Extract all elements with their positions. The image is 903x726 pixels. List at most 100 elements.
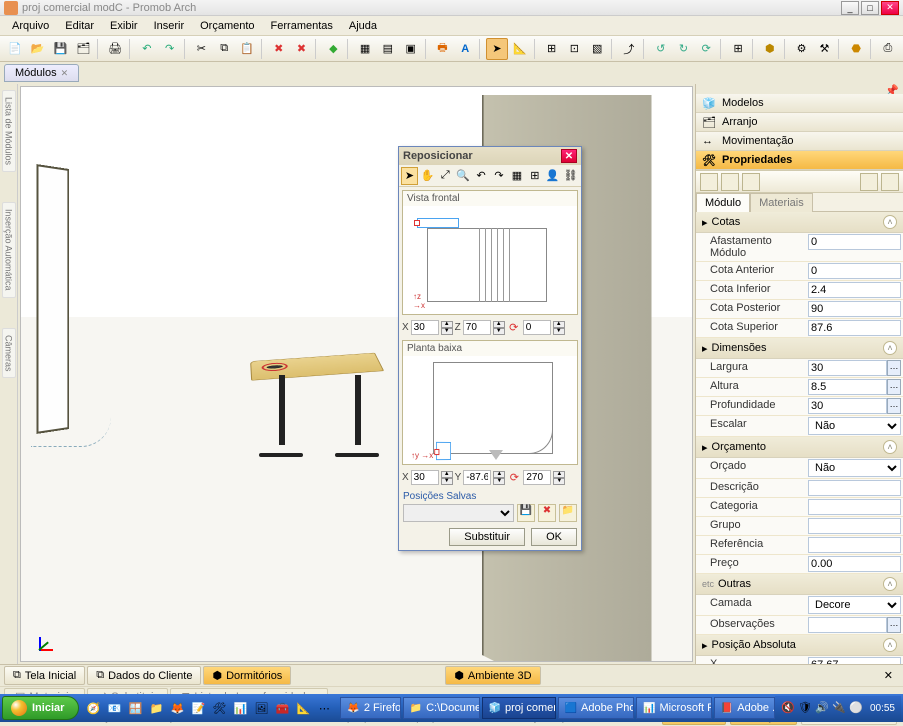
tab-dados-cliente[interactable]: ⧉Dados do Cliente [87,666,201,685]
viewport-3d[interactable] [20,86,693,662]
more-icon[interactable]: … [887,360,901,376]
spin-down-icon[interactable]: ▼ [441,478,453,485]
plan-x-input[interactable] [411,470,439,485]
ql-icon[interactable]: 🦊 [167,697,187,719]
delete-icon[interactable]: ✖ [268,38,290,60]
help-icon[interactable]: ⎙ [877,38,899,60]
pp-btn5-icon[interactable] [881,173,899,191]
ql-icon[interactable]: 🧭 [83,697,103,719]
grupo-input[interactable] [808,518,901,534]
save-icon[interactable]: 💾 [50,38,72,60]
close-button[interactable]: ✕ [881,1,899,15]
menu-ajuda[interactable]: Ajuda [341,18,385,34]
ql-icon[interactable]: ⋯ [314,697,334,719]
select-icon[interactable]: ◆ [322,38,344,60]
dialog-titlebar[interactable]: Reposicionar ✕ [399,147,581,165]
escalar-select[interactable]: Não [808,417,901,435]
cube-icon[interactable]: ⬣ [845,38,867,60]
tray-icon[interactable]: 🔌 [832,701,846,715]
menu-orcamento[interactable]: Orçamento [192,18,262,34]
tab-materiais[interactable]: Materiais [750,193,813,212]
render2-icon[interactable]: ▧ [586,38,608,60]
largura-input[interactable] [808,360,887,376]
collapse-icon[interactable]: ˄ [883,215,897,229]
ql-icon[interactable]: 📁 [146,697,166,719]
paste-icon[interactable]: 📋 [236,38,258,60]
cota-posterior-input[interactable] [808,301,901,317]
collapse-icon[interactable]: ˄ [883,341,897,355]
categoria-input[interactable] [808,499,901,515]
section-modelos[interactable]: 🧊 Modelos [696,94,903,113]
spin-up-icon[interactable]: ▲ [553,321,565,328]
minimize-button[interactable]: _ [841,1,859,15]
spin-down-icon[interactable]: ▼ [553,478,565,485]
undo-icon[interactable]: ↶ [136,38,158,60]
cota-superior-input[interactable] [808,320,901,336]
tray-icon[interactable]: 🔇 [781,701,795,715]
spin-down-icon[interactable]: ▼ [493,328,505,335]
group-dimensoes[interactable]: ▸ Dimensões ˄ [696,338,903,359]
task-powerpoint[interactable]: 📊 Microsoft P... [636,697,712,719]
spin-down-icon[interactable]: ▼ [441,328,453,335]
group-icon[interactable]: ▣ [400,38,422,60]
collapse-icon[interactable]: ˄ [883,577,897,591]
exit-icon[interactable]: ⤴ [618,38,640,60]
layers-icon[interactable]: ▤ [377,38,399,60]
print-icon[interactable]: 🖨 [104,38,126,60]
pp-btn2-icon[interactable] [721,173,739,191]
pp-btn3-icon[interactable] [742,173,760,191]
orcado-select[interactable]: Não [808,459,901,477]
modules-tab[interactable]: Módulos ✕ [4,64,79,82]
start-button[interactable]: Iniciar [2,696,79,720]
zoom-icon[interactable]: 🔍 [455,167,472,185]
ql-icon[interactable]: 🖼 [251,697,271,719]
saveas-icon[interactable]: 🗂 [72,38,94,60]
rotate3-icon[interactable]: ⟳ [695,38,717,60]
section-movimentacao[interactable]: ↔ Movimentação [696,132,903,151]
save-pos-icon[interactable]: 💾 [517,504,535,522]
spin-up-icon[interactable]: ▲ [493,321,505,328]
menu-exibir[interactable]: Exibir [102,18,146,34]
group-outras[interactable]: etc Outras ˄ [696,574,903,595]
task-firefox[interactable]: 🦊 2 Firefox [340,697,400,719]
grid-icon[interactable]: ▦ [508,167,525,185]
camera-icon[interactable]: ⊞ [541,38,563,60]
spin-down-icon[interactable]: ▼ [493,478,505,485]
folder-pos-icon[interactable]: 📁 [559,504,577,522]
box-icon[interactable]: ⬢ [759,38,781,60]
tab-ambiente-3d[interactable]: ⬢Ambiente 3D [445,666,540,685]
menu-editar[interactable]: Editar [57,18,102,34]
cota-inferior-input[interactable] [808,282,901,298]
tray-icon[interactable]: 🔊 [815,701,829,715]
group-cotas[interactable]: ▸ Cotas ˄ [696,212,903,233]
desk-object[interactable] [251,347,391,397]
hand-icon[interactable]: ✋ [419,167,436,185]
render-icon[interactable]: ⊡ [563,38,585,60]
delete-pos-icon[interactable]: ✖ [538,504,556,522]
new-icon[interactable]: 📄 [4,38,26,60]
referencia-input[interactable] [808,537,901,553]
substituir-button[interactable]: Substituir [449,528,525,546]
observacoes-input[interactable] [808,617,887,633]
menu-arquivo[interactable]: Arquivo [4,18,57,34]
open-icon[interactable]: 📂 [27,38,49,60]
preco-input[interactable] [808,556,901,572]
close-icon[interactable]: ✕ [61,68,69,79]
pp-btn4-icon[interactable] [860,173,878,191]
more-icon[interactable]: … [887,398,901,414]
grid-icon[interactable]: ▦ [354,38,376,60]
settings2-icon[interactable]: ⚒ [813,38,835,60]
front-rot-input[interactable] [523,320,551,335]
ok-button[interactable]: OK [531,528,577,546]
spin-down-icon[interactable]: ▼ [553,328,565,335]
undo-icon[interactable]: ↶ [473,167,490,185]
menu-inserir[interactable]: Inserir [146,18,193,34]
plan-y-input[interactable] [463,470,491,485]
tray-icon[interactable]: 🛡 [798,701,812,715]
cota-anterior-input[interactable] [808,263,901,279]
front-z-input[interactable] [463,320,491,335]
sidetab-insercao[interactable]: Inserção Automática [2,202,16,298]
plan-rot-input[interactable] [523,470,551,485]
task-promob[interactable]: 🧊 proj comer... [482,697,556,719]
person-icon[interactable]: 👤 [544,167,561,185]
